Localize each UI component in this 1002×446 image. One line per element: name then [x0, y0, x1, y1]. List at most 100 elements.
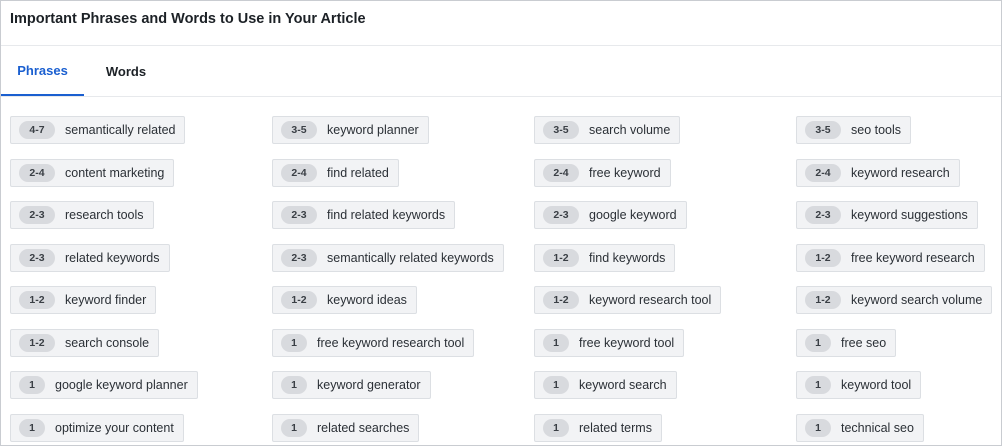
phrase-chip[interactable]: 1 technical seo — [796, 413, 924, 442]
phrase-text: keyword finder — [65, 293, 147, 307]
phrase-chip[interactable]: 1 free keyword research tool — [272, 328, 475, 357]
tab-bar: Phrases Words — [1, 46, 1001, 97]
phrase-chip[interactable]: 1 related terms — [534, 413, 662, 442]
phrase-chip[interactable]: 2-4 keyword research — [796, 158, 960, 187]
important-phrases-panel: Important Phrases and Words to Use in Yo… — [0, 0, 1002, 446]
phrase-text: optimize your content — [55, 420, 174, 435]
phrase-count-badge: 2-4 — [19, 163, 55, 182]
phrase-chip[interactable]: 1-2 find keywords — [534, 243, 676, 272]
phrase-text: keyword generator — [317, 378, 421, 392]
phrase-cell: 2-4 find related — [272, 158, 534, 202]
phrase-count-badge: 2-4 — [805, 163, 841, 182]
phrase-chip[interactable]: 1 related searches — [272, 413, 420, 442]
phrase-chip[interactable]: 3-5 search volume — [534, 116, 681, 144]
phrase-cell: 1 keyword generator — [272, 371, 534, 414]
phrase-text: google keyword — [589, 208, 677, 222]
phrase-cell: 3-5 search volume — [534, 116, 796, 159]
phrase-count-badge: 3-5 — [543, 121, 579, 139]
phrase-chip[interactable]: 2-3 semantically related keywords — [272, 243, 504, 272]
phrase-cell: 1-2 keyword search volume — [796, 286, 1000, 329]
phrase-chip[interactable]: 1-2 keyword ideas — [272, 286, 417, 314]
phrase-cell: 3-5 keyword planner — [272, 116, 534, 159]
phrase-count-badge: 1-2 — [805, 291, 841, 309]
phrase-cell: 1-2 keyword ideas — [272, 286, 534, 329]
phrase-chip[interactable]: 2-3 research tools — [10, 201, 154, 229]
tab-phrases[interactable]: Phrases — [1, 46, 84, 96]
phrase-grid: 4-7 semantically related 3-5 keyword planne… — [10, 116, 1000, 446]
phrase-cell: 1 free seo — [796, 328, 1000, 372]
phrase-chip[interactable]: 2-4 free keyword — [534, 158, 671, 187]
phrase-cell: 1 free keyword tool — [534, 328, 796, 372]
phrase-cell: 2-4 free keyword — [534, 158, 796, 202]
phrase-chip[interactable]: 1 google keyword planner — [10, 371, 198, 399]
phrase-chip[interactable]: 1-2 free keyword research — [796, 243, 985, 272]
tab-words[interactable]: Words — [84, 46, 168, 96]
phrase-cell: 1-2 keyword research tool — [534, 286, 796, 329]
phrase-count-badge: 3-5 — [805, 121, 841, 139]
phrase-cell: 2-3 related keywords — [10, 243, 272, 287]
phrase-cell: 3-5 seo tools — [796, 116, 1000, 159]
phrase-chip[interactable]: 2-3 related keywords — [10, 243, 170, 272]
phrase-chip[interactable]: 2-4 content marketing — [10, 158, 175, 187]
phrase-chip[interactable]: 1-2 keyword search volume — [796, 286, 993, 314]
phrase-count-badge: 1 — [805, 333, 831, 352]
phrase-chip[interactable]: 3-5 seo tools — [796, 116, 912, 144]
phrase-text: related terms — [579, 420, 652, 435]
phrase-count-badge: 1-2 — [19, 333, 55, 352]
phrase-chip[interactable]: 1 keyword tool — [796, 371, 922, 399]
phrase-cell: 1-2 keyword finder — [10, 286, 272, 329]
phrase-count-badge: 1-2 — [543, 291, 579, 309]
phrase-count-badge: 1-2 — [543, 248, 579, 267]
phrase-chip[interactable]: 3-5 keyword planner — [272, 116, 429, 144]
phrase-chip[interactable]: 1-2 search console — [10, 328, 160, 357]
phrase-count-badge: 4-7 — [19, 121, 55, 139]
phrase-count-badge: 1-2 — [19, 291, 55, 309]
phrase-text: keyword search — [579, 378, 667, 392]
phrase-text: keyword research tool — [589, 293, 712, 307]
phrase-count-badge: 1 — [19, 376, 45, 394]
phrase-count-badge: 1 — [281, 333, 307, 352]
phrase-text: research tools — [65, 208, 144, 222]
phrase-chip[interactable]: 1 optimize your content — [10, 413, 184, 442]
phrase-chip[interactable]: 2-4 find related — [272, 158, 399, 187]
phrase-cell: 1-2 free keyword research — [796, 243, 1000, 287]
phrase-count-badge: 2-3 — [805, 206, 841, 224]
phrase-count-badge: 2-4 — [543, 163, 579, 182]
phrase-cell: 1-2 find keywords — [534, 243, 796, 287]
phrase-chip[interactable]: 1-2 keyword research tool — [534, 286, 722, 314]
phrase-text: google keyword planner — [55, 378, 188, 392]
phrase-cell: 1 optimize your content — [10, 413, 272, 446]
phrase-text: related keywords — [65, 250, 160, 265]
phrase-chip[interactable]: 1 keyword generator — [272, 371, 431, 399]
phrase-text: keyword suggestions — [851, 208, 968, 222]
panel-header: Important Phrases and Words to Use in Yo… — [1, 1, 1001, 46]
phrase-chip[interactable]: 2-3 google keyword — [534, 201, 687, 229]
phrase-text: free keyword — [589, 165, 661, 180]
phrase-text: keyword tool — [841, 378, 912, 392]
phrase-text: find related — [327, 165, 389, 180]
phrase-chip[interactable]: 4-7 semantically related — [10, 116, 186, 144]
phrase-cell: 2-4 keyword research — [796, 158, 1000, 202]
phrase-text: keyword search volume — [851, 293, 983, 307]
phrase-text: content marketing — [65, 165, 165, 180]
phrase-chip[interactable]: 1-2 keyword finder — [10, 286, 157, 314]
phrase-cell: 2-3 keyword suggestions — [796, 201, 1000, 244]
phrase-cell: 2-3 google keyword — [534, 201, 796, 244]
phrase-text: free keyword research — [851, 250, 975, 265]
phrase-chip[interactable]: 2-3 keyword suggestions — [796, 201, 978, 229]
phrase-count-badge: 1-2 — [281, 291, 317, 309]
phrase-text: semantically related keywords — [327, 250, 494, 265]
phrase-count-badge: 2-4 — [281, 163, 317, 182]
phrase-count-badge: 1 — [281, 418, 307, 437]
phrase-count-badge: 1 — [805, 376, 831, 394]
phrase-text: free seo — [841, 335, 887, 350]
phrase-cell: 1 related searches — [272, 413, 534, 446]
phrase-chip[interactable]: 1 keyword search — [534, 371, 677, 399]
phrase-chip[interactable]: 2-3 find related keywords — [272, 201, 456, 229]
phrase-chip[interactable]: 1 free keyword tool — [534, 328, 685, 357]
phrase-text: free keyword research tool — [317, 335, 465, 350]
phrase-cell: 1 technical seo — [796, 413, 1000, 446]
phrase-count-badge: 1 — [281, 376, 307, 394]
phrase-text: technical seo — [841, 420, 914, 435]
phrase-chip[interactable]: 1 free seo — [796, 328, 897, 357]
